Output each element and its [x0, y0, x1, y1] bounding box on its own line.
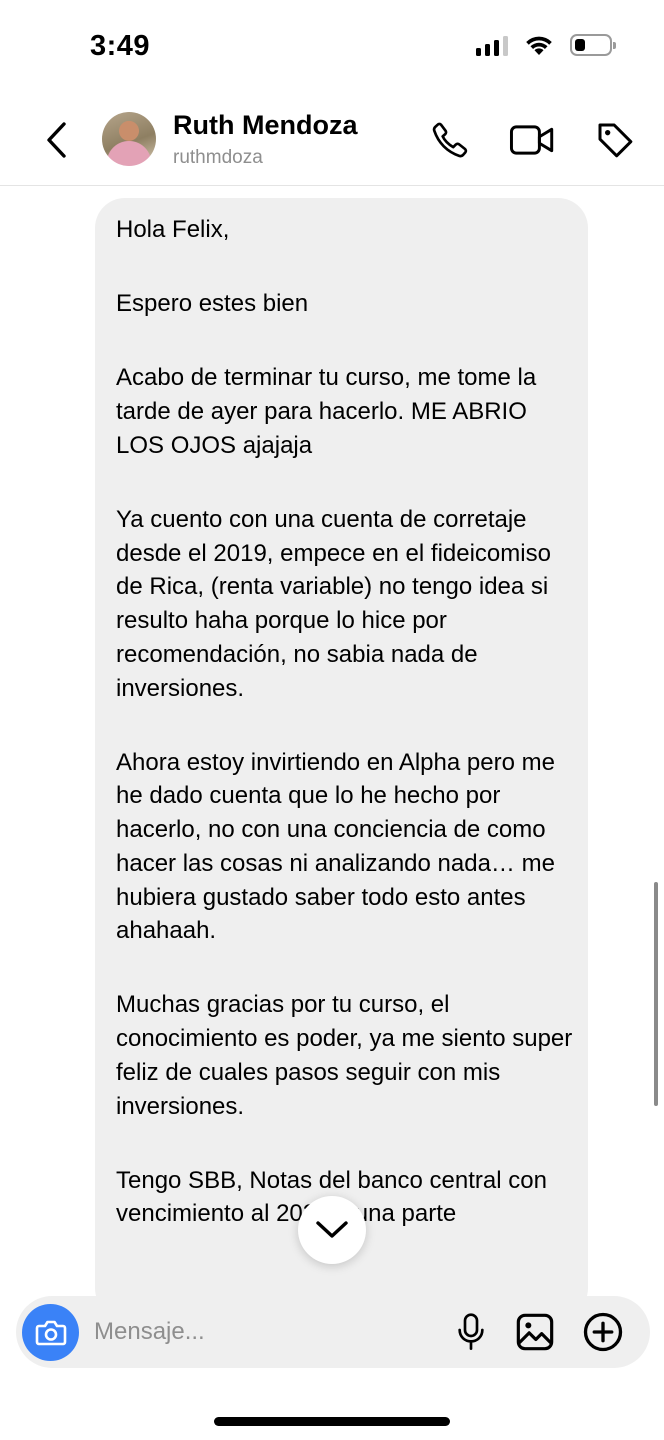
- message-paragraph: Muchas gracias por tu curso, el conocimi…: [116, 991, 573, 1120]
- image-icon: [516, 1313, 554, 1351]
- signal-icon: [476, 34, 508, 56]
- back-button[interactable]: [36, 118, 76, 162]
- call-button[interactable]: [426, 116, 474, 164]
- status-bar: 3:49: [0, 0, 664, 100]
- home-indicator: [214, 1417, 450, 1426]
- video-call-button[interactable]: [508, 116, 556, 164]
- message-input[interactable]: [94, 1312, 424, 1352]
- phone-icon: [432, 122, 468, 158]
- scroll-indicator[interactable]: [654, 882, 658, 1106]
- message-paragraph: Hola Felix,: [116, 216, 230, 243]
- camera-button[interactable]: [22, 1304, 79, 1361]
- gallery-button[interactable]: [513, 1310, 557, 1354]
- message-text: Hola Felix, Espero estes bien Acabo de t…: [116, 213, 576, 1272]
- tag-icon: [598, 123, 633, 158]
- contact-name[interactable]: Ruth Mendoza: [173, 110, 357, 141]
- microphone-icon: [458, 1313, 484, 1350]
- camera-icon: [35, 1320, 66, 1345]
- message-paragraph: Espero estes bien: [116, 290, 309, 318]
- chevron-down-icon: [316, 1221, 348, 1238]
- plus-circle-icon: [583, 1312, 623, 1352]
- message-paragraph: Acabo de terminar tu curso, me tome la t…: [116, 364, 537, 459]
- message-paragraph: Ya cuento con una cuenta de corretaje de…: [116, 506, 551, 702]
- battery-icon: [570, 34, 616, 56]
- wifi-icon: [526, 36, 552, 55]
- tag-button[interactable]: [591, 116, 639, 164]
- chevron-left-icon: [47, 122, 66, 158]
- status-time: 3:49: [90, 30, 151, 62]
- voice-message-button[interactable]: [449, 1310, 493, 1354]
- chat-header: Ruth Mendoza ruthmdoza: [0, 100, 664, 186]
- avatar[interactable]: [102, 112, 156, 166]
- contact-username[interactable]: ruthmdoza: [173, 147, 263, 169]
- scroll-to-bottom-button[interactable]: [298, 1196, 366, 1264]
- more-options-button[interactable]: [581, 1310, 625, 1354]
- message-paragraph: Ahora estoy invirtiendo en Alpha pero me…: [116, 748, 555, 945]
- status-icons: [476, 34, 616, 56]
- video-call-icon: [509, 125, 554, 155]
